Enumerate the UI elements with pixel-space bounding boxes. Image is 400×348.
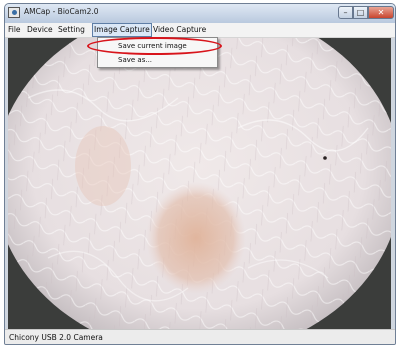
title-bar[interactable]: AMCap - BioCam2.0 – □ ✕ <box>5 4 395 23</box>
lesion-area <box>146 182 246 294</box>
menu-file[interactable]: File <box>8 24 21 36</box>
save-as-item[interactable]: Save as... <box>98 54 217 67</box>
maximize-button[interactable]: □ <box>353 6 368 19</box>
highlight-ellipse <box>87 37 222 55</box>
menu-image-capture[interactable]: Image Capture <box>92 23 152 37</box>
webcam-app-icon <box>8 7 20 18</box>
menu-video-capture[interactable]: Video Capture <box>153 24 206 36</box>
status-bar: Chicony USB 2.0 Camera <box>5 329 395 344</box>
menu-device[interactable]: Device <box>27 24 53 36</box>
window-title: AMCap - BioCam2.0 <box>24 7 99 16</box>
dark-speck <box>323 156 327 160</box>
amcap-window: AMCap - BioCam2.0 – □ ✕ File Device Sett… <box>4 3 396 345</box>
menu-bar: File Device Setting Image Capture Video … <box>5 23 395 38</box>
minimize-button[interactable]: – <box>338 6 353 19</box>
close-button[interactable]: ✕ <box>368 6 394 19</box>
menu-setting[interactable]: Setting <box>58 24 85 36</box>
microscope-skin-image <box>8 38 391 329</box>
camera-preview <box>8 38 391 329</box>
camera-status: Chicony USB 2.0 Camera <box>9 333 103 342</box>
